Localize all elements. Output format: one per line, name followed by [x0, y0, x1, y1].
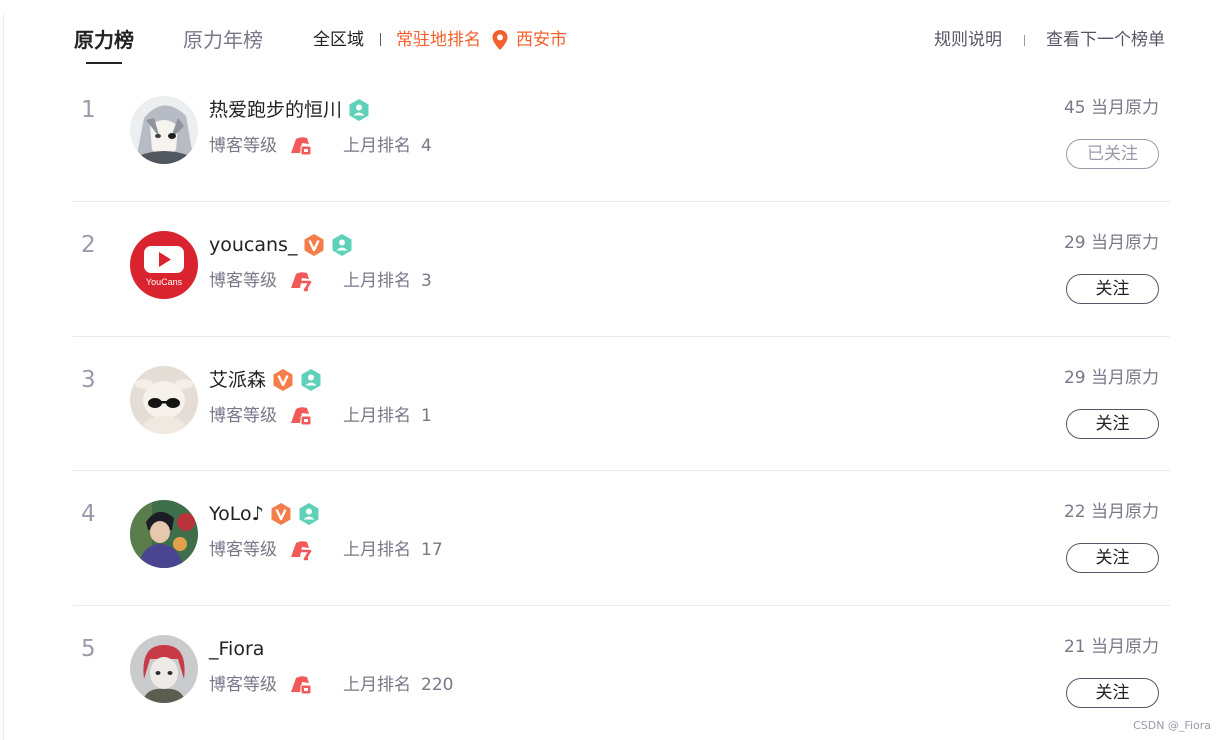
csdn-watermark: CSDN @_Fiora	[1133, 719, 1211, 732]
blog-level-label: 博客等级	[209, 270, 277, 291]
blog-level-label: 博客等级	[209, 405, 277, 426]
blog-level-icon	[289, 674, 313, 696]
blog-level-icon	[289, 405, 313, 427]
follow-button[interactable]: 关注	[1066, 408, 1159, 439]
rank-number: 5	[81, 636, 96, 663]
last-month-rank-label: 上月排名	[343, 675, 411, 696]
rules-link[interactable]: 规则说明	[934, 29, 1002, 51]
verified-v-badge-icon	[303, 233, 325, 257]
fan-badge-icon	[298, 502, 320, 526]
rank-number: 4	[81, 501, 96, 528]
avatar[interactable]	[130, 500, 198, 569]
user-name[interactable]: YoLo♪	[209, 501, 264, 527]
user-name[interactable]: _Fiora	[209, 636, 264, 662]
ranking-row: 4 YoLo♪ 博客等级 上月排名 17 22 当月原力 关注	[73, 471, 1170, 607]
tab-annual-force-ranking[interactable]: 原力年榜	[183, 27, 263, 53]
follow-button[interactable]: 关注	[1066, 678, 1159, 709]
user-name[interactable]: 艾派森	[209, 367, 266, 393]
user-name-line: 热爱跑步的恒川	[209, 97, 370, 123]
ranking-row: 3 艾派森 博客等级 上月排名 1 29 当月原力 关注	[73, 337, 1170, 472]
fan-badge-icon	[300, 368, 322, 392]
blog-level-label: 博客等级	[209, 675, 277, 696]
tab-force-ranking[interactable]: 原力榜	[74, 27, 134, 53]
follow-button[interactable]: 关注	[1066, 543, 1159, 574]
fan-badge-icon	[348, 98, 370, 122]
last-month-rank-label: 上月排名	[343, 270, 411, 291]
last-month-rank-value: 1	[421, 405, 432, 426]
blog-level-label: 博客等级	[209, 540, 277, 561]
monthly-force-score: 45 当月原力	[1063, 98, 1159, 118]
user-meta-line: 博客等级 上月排名 1	[209, 404, 432, 428]
ranking-row: 2 YouCans youcans_ 博客等级 上月排名 3 29 当月原力 关…	[73, 202, 1170, 337]
avatar[interactable]	[130, 635, 198, 704]
region-local-ranking-filter[interactable]: 常驻地排名	[396, 29, 481, 51]
ranking-row: 1 热爱跑步的恒川 博客等级 上月排名 4 45 当月原力 已关注	[73, 67, 1170, 202]
region-all-filter[interactable]: 全区域	[313, 29, 364, 51]
rank-number: 3	[81, 366, 96, 393]
next-ranking-link[interactable]: 查看下一个榜单	[1046, 29, 1165, 51]
last-month-rank-label: 上月排名	[343, 136, 411, 156]
user-meta-line: 博客等级 上月排名 220	[209, 673, 453, 697]
ranking-row: 5 _Fiora 博客等级 上月排名 220 21 当月原力 关注	[73, 606, 1170, 740]
region-divider	[380, 33, 381, 46]
user-name-line: 艾派森	[209, 367, 322, 393]
avatar[interactable]	[130, 365, 198, 434]
monthly-force-score: 29 当月原力	[1063, 232, 1159, 253]
ranking-list: 1 热爱跑步的恒川 博客等级 上月排名 4 45 当月原力 已关注 2 YouC…	[73, 67, 1170, 740]
active-tab-indicator	[86, 62, 122, 64]
last-month-rank-value: 220	[421, 675, 454, 696]
avatar[interactable]	[130, 96, 198, 164]
monthly-force-score: 29 当月原力	[1063, 367, 1159, 388]
user-name[interactable]: 热爱跑步的恒川	[209, 97, 342, 123]
fan-badge-icon	[331, 233, 353, 257]
user-name-line: _Fiora	[209, 636, 264, 662]
user-name[interactable]: youcans_	[209, 232, 297, 258]
monthly-force-score: 22 当月原力	[1063, 502, 1159, 523]
blog-level-icon	[289, 539, 313, 561]
avatar[interactable]: YouCans	[130, 230, 198, 299]
last-month-rank-value: 3	[421, 270, 432, 291]
blog-level-icon	[289, 270, 313, 292]
user-meta-line: 博客等级 上月排名 3	[209, 269, 432, 293]
last-month-rank-value: 4	[421, 136, 432, 156]
user-meta-line: 博客等级 上月排名 17	[209, 538, 443, 562]
avatar-logo-text: YouCans	[146, 277, 183, 287]
blog-level-label: 博客等级	[209, 136, 277, 156]
page-left-border	[3, 14, 4, 740]
last-month-rank-value: 17	[421, 540, 443, 561]
monthly-force-score: 21 当月原力	[1063, 637, 1159, 658]
links-divider	[1024, 35, 1025, 46]
blog-level-icon	[289, 135, 313, 157]
last-month-rank-label: 上月排名	[343, 405, 411, 426]
verified-v-badge-icon	[272, 368, 294, 392]
rank-number: 1	[81, 97, 96, 123]
user-meta-line: 博客等级 上月排名 4	[209, 134, 432, 158]
verified-v-badge-icon	[270, 502, 292, 526]
map-pin-icon	[491, 29, 509, 51]
last-month-rank-label: 上月排名	[343, 540, 411, 561]
follow-button[interactable]: 已关注	[1066, 139, 1159, 169]
user-name-line: youcans_	[209, 232, 353, 258]
user-name-line: YoLo♪	[209, 501, 320, 527]
follow-button[interactable]: 关注	[1066, 273, 1159, 304]
region-city-name[interactable]: 西安市	[516, 29, 567, 51]
rank-number: 2	[81, 231, 96, 258]
